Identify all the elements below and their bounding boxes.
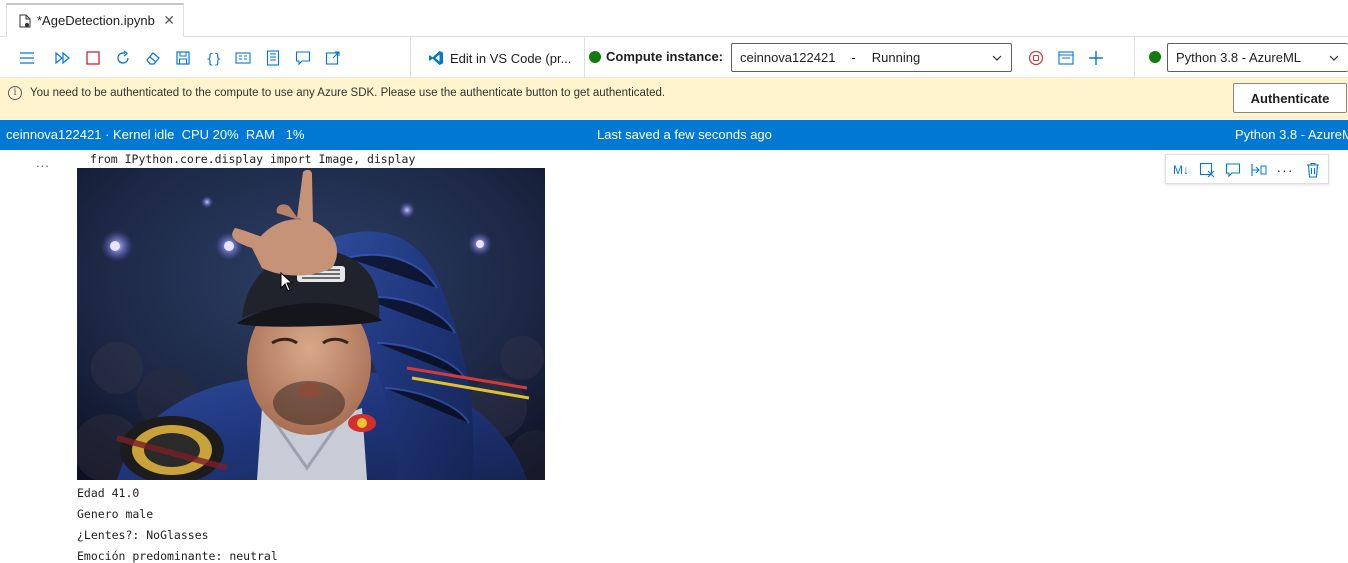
- svg-text:{}: {}: [206, 52, 221, 66]
- open-external-icon[interactable]: [324, 49, 342, 67]
- chevron-down-icon: [992, 55, 1002, 61]
- mouse-cursor-icon: [280, 272, 294, 292]
- add-comment-icon[interactable]: [1224, 161, 1242, 179]
- delete-cell-icon[interactable]: [1304, 161, 1322, 179]
- output-line-gender: Genero male: [77, 507, 154, 521]
- tab-strip: *AgeDetection.ipynb ✕: [0, 0, 1348, 37]
- cell-toolbar: M↓ ···: [1165, 154, 1329, 184]
- kernel-select[interactable]: Python 3.8 - AzureML: [1167, 43, 1348, 72]
- split-cell-icon[interactable]: [1250, 161, 1268, 179]
- tab-label: *AgeDetection.ipynb: [37, 13, 155, 28]
- chevron-down-icon: [1329, 55, 1339, 61]
- save-status-text: Last saved a few seconds ago: [597, 127, 772, 142]
- eraser-icon[interactable]: [144, 49, 162, 67]
- auth-warning-bar: i You need to be authenticated to the co…: [0, 78, 1348, 120]
- output-line-age: Edad 41.0: [77, 486, 140, 500]
- status-bar: ceinnova122421 · Kernel idle CPU 20% RAM…: [0, 120, 1348, 150]
- compute-status-icon: [589, 50, 601, 63]
- add-compute-icon[interactable]: [1087, 49, 1105, 67]
- run-all-icon[interactable]: [54, 49, 72, 67]
- stop-icon[interactable]: [84, 49, 102, 67]
- edit-in-vscode-button[interactable]: Edit in VS Code (pr...: [428, 47, 571, 69]
- toolbar-divider: [584, 37, 585, 78]
- notebook-cell[interactable]: ... from IPython.core.display import Ima…: [0, 150, 1348, 563]
- vscode-icon: [429, 51, 443, 65]
- edit-in-vscode-label: Edit in VS Code (pr...: [450, 50, 572, 66]
- notebook-file-icon: [19, 14, 31, 27]
- output-line-emotion: Emoción predominante: neutral: [77, 549, 278, 563]
- more-options-icon[interactable]: ···: [1276, 161, 1294, 179]
- kernel-select-label: Python 3.8 - AzureML: [1176, 50, 1302, 65]
- toolbar-divider: [1134, 37, 1135, 78]
- document-icon[interactable]: [264, 49, 282, 67]
- comment-icon[interactable]: [294, 49, 312, 67]
- close-icon[interactable]: ✕: [163, 12, 175, 29]
- stop-compute-icon[interactable]: [1027, 49, 1045, 67]
- variables-icon[interactable]: {}: [204, 49, 222, 67]
- cell-collapsed-indicator[interactable]: ...: [36, 155, 50, 170]
- compute-instance-select[interactable]: ceinnova122421 - Running: [731, 43, 1012, 72]
- menu-icon[interactable]: [18, 49, 36, 67]
- compute-name: ceinnova122421: [740, 50, 836, 65]
- markdown-toggle-icon[interactable]: M↓: [1172, 161, 1190, 179]
- save-icon[interactable]: [174, 49, 192, 67]
- code-line[interactable]: from IPython.core.display import Image, …: [90, 152, 415, 166]
- outline-icon[interactable]: [234, 49, 252, 67]
- output-line-glasses: ¿Lentes?: NoGlasses: [77, 528, 209, 542]
- tab-agedetection-notebook[interactable]: *AgeDetection.ipynb ✕: [6, 3, 184, 37]
- kernel-name-text: Python 3.8 - AzureML: [1235, 127, 1348, 142]
- compute-instance-label: Compute instance:: [589, 49, 723, 64]
- restart-icon[interactable]: [114, 49, 132, 67]
- kernel-status-text: ceinnova122421 · Kernel idle CPU 20% RAM…: [6, 127, 305, 142]
- auth-warning-message: You need to be authenticated to the comp…: [30, 87, 666, 99]
- clear-output-icon[interactable]: [1198, 161, 1216, 179]
- notebook-toolbar: {} Edit in VS Code (pr... Compute instan…: [0, 37, 1348, 78]
- output-image: [77, 168, 545, 480]
- compute-state: Running: [871, 50, 921, 65]
- authenticate-button[interactable]: Authenticate: [1233, 83, 1347, 113]
- compute-terminal-icon[interactable]: [1057, 49, 1075, 67]
- kernel-status-icon: [1149, 51, 1161, 63]
- info-icon: i: [8, 86, 22, 100]
- toolbar-divider: [410, 37, 411, 78]
- compute-separator: -: [851, 50, 856, 65]
